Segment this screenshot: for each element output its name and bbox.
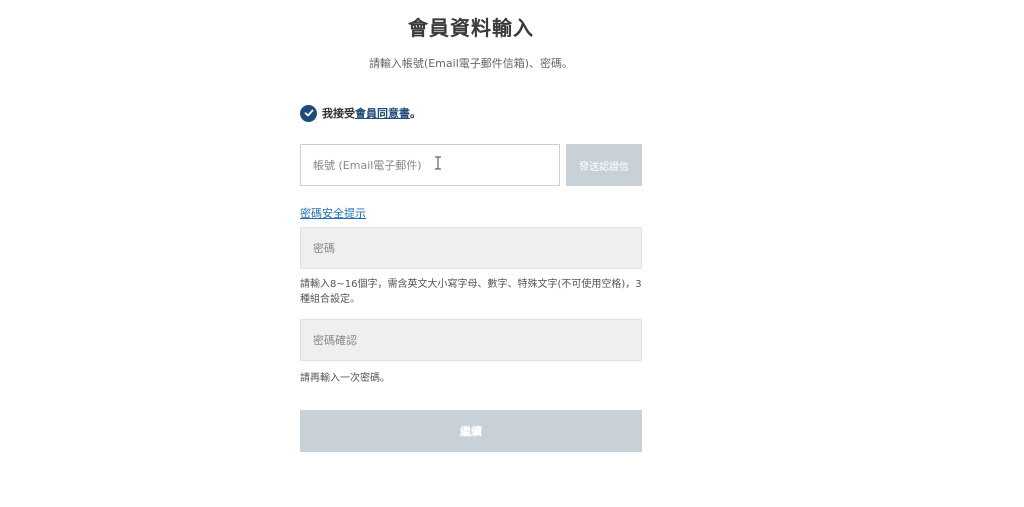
password-security-tip-link[interactable]: 密碼安全提示: [300, 205, 366, 221]
agreement-row: 我接受 會員同意書 。: [300, 104, 421, 122]
agreement-prefix: 我接受: [322, 107, 355, 120]
agreement-suffix: 。: [410, 107, 421, 120]
password-placeholder: 密碼: [313, 242, 335, 255]
password-confirm-hint: 請再輸入一次密碼。: [300, 373, 390, 384]
page-title: 會員資料輸入: [408, 16, 534, 40]
send-verification-button[interactable]: 發送認證信: [566, 144, 642, 186]
member-agreement-link[interactable]: 會員同意書: [355, 105, 410, 121]
page-subtitle: 請輸入帳號(Email電子郵件信箱)、密碼。: [368, 57, 574, 70]
password-confirm-placeholder: 密碼確認: [313, 334, 357, 347]
text-cursor-icon: [434, 156, 442, 170]
checkmark-circle-icon[interactable]: [300, 104, 317, 122]
account-email-input[interactable]: 帳號 (Email電子郵件): [300, 144, 560, 186]
password-confirm-input[interactable]: 密碼確認: [300, 319, 642, 361]
password-input[interactable]: 密碼: [300, 227, 642, 269]
member-data-form-page: 會員資料輸入 請輸入帳號(Email電子郵件信箱)、密碼。 我接受 會員同意書 …: [0, 0, 1024, 507]
continue-button[interactable]: 繼續: [300, 410, 642, 452]
account-placeholder: 帳號 (Email電子郵件): [313, 159, 422, 172]
password-hint: 請輸入8~16個字，需含英文大小寫字母、數字、特殊文字(不可使用空格)，3種組合…: [300, 279, 642, 305]
